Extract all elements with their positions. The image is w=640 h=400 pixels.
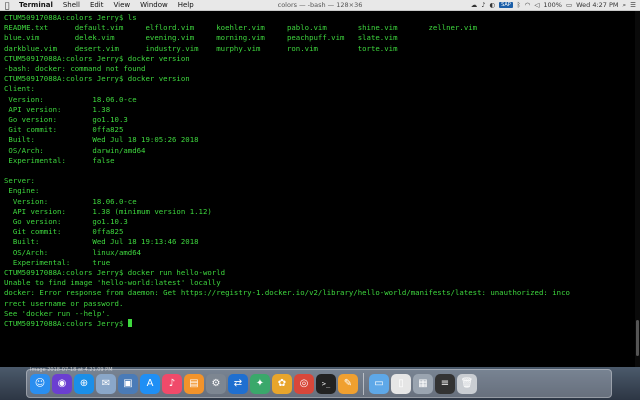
cloud-icon[interactable]: ☁: [471, 1, 478, 9]
terminal-line: Server:: [4, 176, 35, 186]
music-icon[interactable]: ♪: [162, 373, 182, 394]
apple-icon[interactable]: : [0, 1, 14, 10]
menu-help[interactable]: Help: [173, 1, 199, 9]
battery-percent[interactable]: 100%: [543, 1, 562, 9]
wifi-icon[interactable]: ◠: [525, 1, 531, 9]
terminal-prompt: CTUM50917088A:colors Jerry$: [4, 319, 128, 329]
terminal-line: CTUM50917088A:colors Jerry$ docker versi…: [4, 74, 190, 84]
terminal-cursor: [127, 319, 132, 328]
chrome-icon[interactable]: ◎: [294, 373, 314, 394]
menu-view[interactable]: View: [109, 1, 136, 9]
menu-bar: colors — -bash — 128×36  Terminal Shell…: [0, 0, 640, 11]
console-icon[interactable]: ≡: [435, 373, 455, 394]
terminal-window[interactable]: CTUM50917088A:colors Jerry$ ls README.tx…: [0, 11, 640, 367]
battery-icon[interactable]: ▭: [566, 1, 572, 9]
terminal-line: README.txt default.vim elflord.vim koehl…: [4, 23, 478, 33]
terminal-line: API version: 1.38 (minimum version 1.12): [12, 206, 212, 216]
menu-edit[interactable]: Edit: [85, 1, 109, 9]
sap-badge[interactable]: SAP: [499, 2, 513, 8]
notification-center-icon[interactable]: ☰: [630, 1, 636, 9]
terminal-line: rrect username or password.: [4, 298, 124, 308]
menu-extra-icon[interactable]: ◐: [489, 1, 495, 9]
preview-icon[interactable]: ▣: [118, 373, 138, 394]
bluetooth-icon[interactable]: ᛒ: [517, 1, 521, 9]
terminal-line: Built: Wed Jul 18 19:13:46 2018: [12, 237, 199, 247]
terminal-line: CTUM50917088A:colors Jerry$ docker versi…: [4, 53, 190, 63]
photos-icon[interactable]: ✿: [272, 373, 292, 394]
terminal-lines: CTUM50917088A:colors Jerry$ ls README.tx…: [4, 13, 570, 318]
terminal-line: Experimental: false: [8, 155, 115, 165]
terminal-line: Go version: go1.10.3: [12, 217, 128, 227]
app-store-icon[interactable]: A: [140, 373, 160, 394]
pages-icon[interactable]: ✎: [338, 373, 358, 394]
terminal-line: CTUM50917088A:colors Jerry$ ls: [4, 13, 137, 22]
volume-icon[interactable]: ◁: [534, 1, 539, 9]
terminal-line: Client:: [4, 84, 35, 94]
network-icon[interactable]: ✦: [250, 373, 270, 394]
terminal-line: -bash: docker: command not found: [4, 64, 146, 74]
terminal-line: docker: Error response from daemon: Get …: [4, 288, 570, 298]
menu-shell[interactable]: Shell: [58, 1, 85, 9]
finder-icon[interactable]: ☺: [30, 373, 50, 394]
mail-icon[interactable]: ✉: [96, 373, 116, 394]
terminal-line: Engine:: [8, 186, 40, 196]
terminal-line: Go version: go1.10.3: [8, 115, 128, 125]
terminal-line: CTUM50917088A:colors Jerry$ docker run h…: [4, 268, 226, 278]
trash-icon[interactable]: 🗑: [457, 373, 477, 394]
terminal-output: CTUM50917088A:colors Jerry$ ls README.tx…: [4, 13, 636, 329]
terminal-line: Built: Wed Jul 18 19:05:26 2018: [8, 135, 199, 145]
clock[interactable]: Wed 4:27 PM: [576, 1, 618, 9]
status-area: ☁ ♪ ◐ SAP ᛒ ◠ ◁ 100% ▭ Wed 4:27 PM ⌕ ☰: [471, 1, 640, 10]
books-icon[interactable]: ▤: [184, 373, 204, 394]
terminal-line: Git commit: 0ffa825: [8, 125, 124, 135]
folder-icon[interactable]: ▭: [369, 373, 389, 394]
dock: ☺ ◉ ⊕ ✉ ▣ A ♪ ▤ ⚙ ⇄ ✦ ✿ ◎ >_ ✎ ▭ ▯ ▦ ≡ 🗑: [26, 369, 612, 398]
dock-separator: [363, 372, 364, 395]
search-icon[interactable]: ⌕: [623, 1, 627, 10]
screenshot-icon[interactable]: ▦: [413, 373, 433, 394]
terminal-line: OS/Arch: darwin/amd64: [8, 145, 146, 155]
terminal-line: API version: 1.38: [8, 104, 111, 114]
menu-window[interactable]: Window: [135, 1, 173, 9]
siri-icon[interactable]: ◉: [52, 373, 72, 394]
terminal-line: OS/Arch: linux/amd64: [12, 247, 142, 257]
terminal-line: blue.vim delek.vim evening.vim morning.v…: [4, 33, 398, 43]
teamviewer-icon[interactable]: ⇄: [228, 373, 248, 394]
terminal-line: Version: 18.06.0-ce: [12, 196, 137, 206]
document-icon[interactable]: ▯: [391, 373, 411, 394]
terminal-line: Version: 18.06.0-ce: [8, 94, 137, 104]
menu-terminal[interactable]: Terminal: [14, 1, 58, 9]
terminal-line: See 'docker run --help'.: [4, 308, 111, 318]
terminal-icon[interactable]: >_: [316, 373, 336, 394]
scrollbar-thumb[interactable]: [636, 320, 639, 356]
terminal-line: Git commit: 0ffa825: [12, 227, 124, 237]
music-status-icon[interactable]: ♪: [481, 1, 485, 9]
terminal-line: Experimental: true: [12, 257, 111, 267]
system-preferences-icon[interactable]: ⚙: [206, 373, 226, 394]
terminal-line: darkblue.vim desert.vim industry.vim mur…: [4, 43, 398, 53]
terminal-line: Unable to find image 'hello-world:latest…: [4, 278, 221, 288]
scrollbar-track[interactable]: [635, 11, 640, 367]
safari-icon[interactable]: ⊕: [74, 373, 94, 394]
